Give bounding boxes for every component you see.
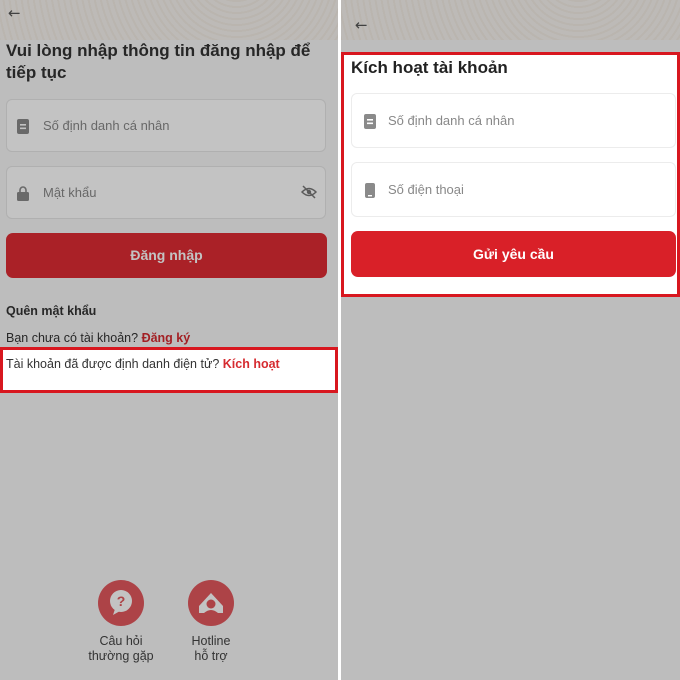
header-pattern [0,0,338,40]
register-row: Bạn chưa có tài khoản? Đăng ký [6,331,190,345]
id-number-placeholder: Số định danh cá nhân [43,118,170,133]
hotline-button[interactable] [188,580,234,626]
faq-label: Câu hỏi thường gặp [76,634,166,664]
id-card-icon [17,119,29,134]
svg-text:?: ? [117,593,126,609]
lock-icon [17,186,29,201]
hotline-label-line2: hỗ trợ [194,649,228,663]
register-link[interactable]: Đăng ký [142,331,191,345]
question-bubble-icon: ? [110,590,132,615]
headset-icon [199,593,223,613]
login-screen: ← Vui lòng nhập thông tin đăng nhập để t… [0,0,338,680]
back-arrow-icon[interactable]: ← [355,16,368,34]
hotline-label-line1: Hotline [191,634,231,648]
header-pattern [341,0,680,40]
activation-highlight-border [0,347,338,393]
faq-label-line1: Câu hỏi [99,634,143,648]
login-title: Vui lòng nhập thông tin đăng nhập để tiế… [6,41,311,82]
hotline-label: Hotline hỗ trợ [166,634,256,664]
hotline-shortcut[interactable]: Hotline hỗ trợ [166,580,256,664]
login-button[interactable]: Đăng nhập [6,233,327,278]
no-account-text: Bạn chưa có tài khoản? [6,331,139,345]
faq-label-line2: thường gặp [88,649,154,663]
back-arrow-icon[interactable]: ← [8,4,21,22]
eye-off-icon[interactable] [301,185,317,199]
faq-button[interactable]: ? [98,580,144,626]
id-number-field[interactable]: Số định danh cá nhân [6,99,326,152]
password-placeholder: Mật khẩu [43,185,97,200]
faq-shortcut[interactable]: ? Câu hỏi thường gặp [76,580,166,664]
forgot-password-link[interactable]: Quên mật khẩu [6,304,96,318]
password-field[interactable]: Mật khẩu [6,166,326,219]
activation-screen: ← Kích hoạt tài khoản Số định danh cá nh… [341,0,680,680]
activation-form-highlight-border [341,52,680,297]
